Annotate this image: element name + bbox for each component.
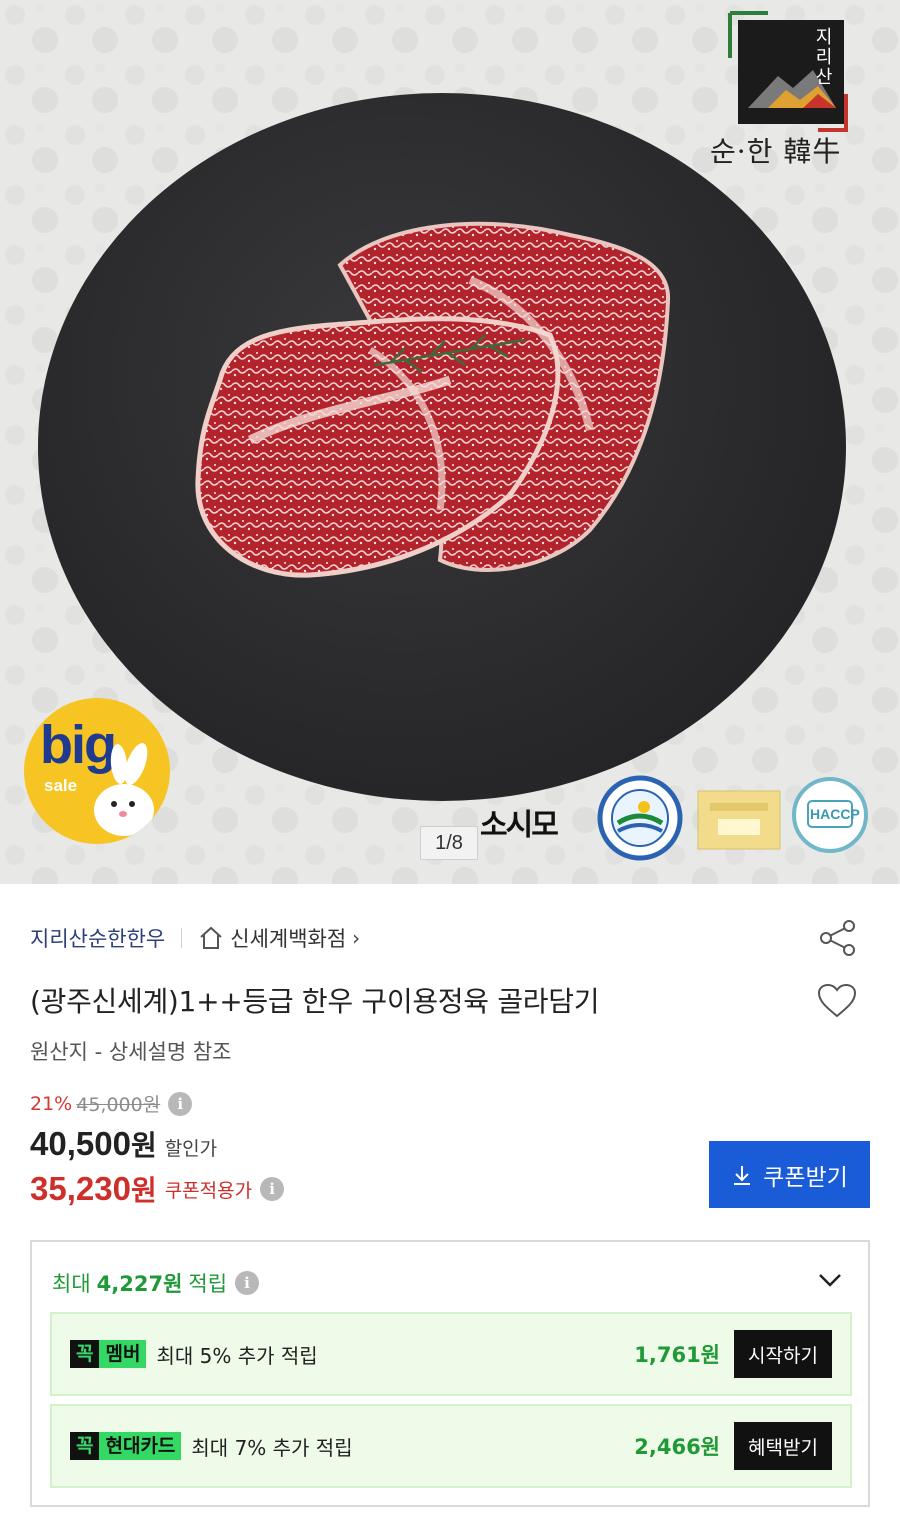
info-icon[interactable]: i: [168, 1091, 193, 1116]
tag-prefix: 꼭: [70, 1432, 100, 1460]
reward-offer-hyundai-card: 꼭 현대카드 최대 7% 추가 적립 2,466원 혜택받기: [50, 1404, 852, 1488]
haccp-badge: HACCP: [810, 806, 860, 822]
start-button[interactable]: 시작하기: [734, 1330, 832, 1378]
get-coupon-label: 쿠폰받기: [763, 1163, 848, 1190]
reward-offer-member: 꼭 멤버 최대 5% 추가 적립 1,761원 시작하기: [50, 1312, 852, 1396]
brand-wordmark: 순·한 韓牛: [710, 135, 842, 168]
hyundai-card-tag: 꼭 현대카드: [70, 1431, 182, 1461]
info-icon[interactable]: i: [260, 1177, 285, 1201]
get-benefit-button[interactable]: 혜택받기: [734, 1422, 832, 1470]
divider: [181, 928, 183, 948]
store-row: 지리산순한한우 신세계백화점 ›: [30, 924, 360, 952]
rewards-prefix: 최대: [52, 1272, 91, 1296]
chevron-right-icon: ›: [352, 926, 361, 950]
coupon-price-unit: 원: [130, 1174, 157, 1207]
tag-name: 멤버: [99, 1340, 147, 1368]
rewards-header[interactable]: 최대 4,227원 적립 i: [52, 1268, 260, 1298]
tag-name: 현대카드: [99, 1432, 182, 1460]
steak-image: [195, 221, 671, 578]
share-icon[interactable]: [817, 917, 859, 959]
info-icon[interactable]: i: [235, 1271, 260, 1295]
coupon-price-row: 35,230 원 쿠폰적용가 i: [30, 1169, 285, 1209]
product-origin: 원산지 - 상세설명 참조: [30, 1040, 232, 1064]
download-icon: [734, 1165, 751, 1185]
coupon-price-label: 쿠폰적용가: [164, 1179, 253, 1202]
coupon-price: 35,230: [30, 1170, 131, 1207]
product-info-section: 지리산순한한우 신세계백화점 › (광주신세계)1++등급 한우 구이용정육 골…: [0, 884, 900, 1517]
rabbit-icon: [94, 743, 154, 836]
brand-logo: 지리산 순·한 韓牛: [708, 8, 858, 168]
product-title: (광주신세계)1++등급 한우 구이용정육 골라담기: [30, 985, 600, 1018]
chevron-down-icon[interactable]: [816, 1270, 844, 1290]
member-tag: 꼭 멤버: [70, 1339, 147, 1369]
get-coupon-button[interactable]: 쿠폰받기: [709, 1141, 870, 1208]
original-price: 45,000원: [76, 1094, 161, 1116]
tag-prefix: 꼭: [70, 1340, 100, 1368]
offer-amount: 1,761원: [634, 1343, 720, 1367]
store-name-link[interactable]: 지리산순한한우: [30, 923, 165, 953]
image-counter: 1/8: [420, 826, 478, 860]
heart-icon[interactable]: [816, 982, 858, 1020]
sale-price-unit: 원: [130, 1129, 157, 1162]
offer-amount: 2,466원: [634, 1435, 720, 1459]
home-icon[interactable]: [198, 925, 224, 951]
sosimo-badge: 소시모: [480, 808, 559, 843]
sale-price: 40,500: [30, 1125, 131, 1162]
rewards-amount: 4,227원: [96, 1272, 183, 1296]
sale-price-row: 40,500 원 할인가: [30, 1124, 217, 1164]
offer-text: 최대 7% 추가 적립: [191, 1435, 353, 1460]
offer-text: 최대 5% 추가 적립: [156, 1343, 318, 1368]
big-sale-badge: big sale: [24, 698, 170, 844]
original-price-row: 21% 45,000원 i: [30, 1090, 193, 1117]
shop-name-link[interactable]: 신세계백화점: [230, 923, 346, 953]
product-image-carousel[interactable]: 지리산 순·한 韓牛 big sale 소시모 HACCP 1/8: [0, 0, 900, 884]
rewards-suffix: 적립: [188, 1272, 228, 1296]
rewards-box: 최대 4,227원 적립 i 꼭 멤버 최대 5% 추가 적립 1,761원 시…: [30, 1240, 870, 1507]
discount-rate: 21%: [30, 1092, 73, 1115]
brand-vertical-text: 지리산: [815, 27, 833, 88]
sale-price-label: 할인가: [164, 1138, 218, 1160]
